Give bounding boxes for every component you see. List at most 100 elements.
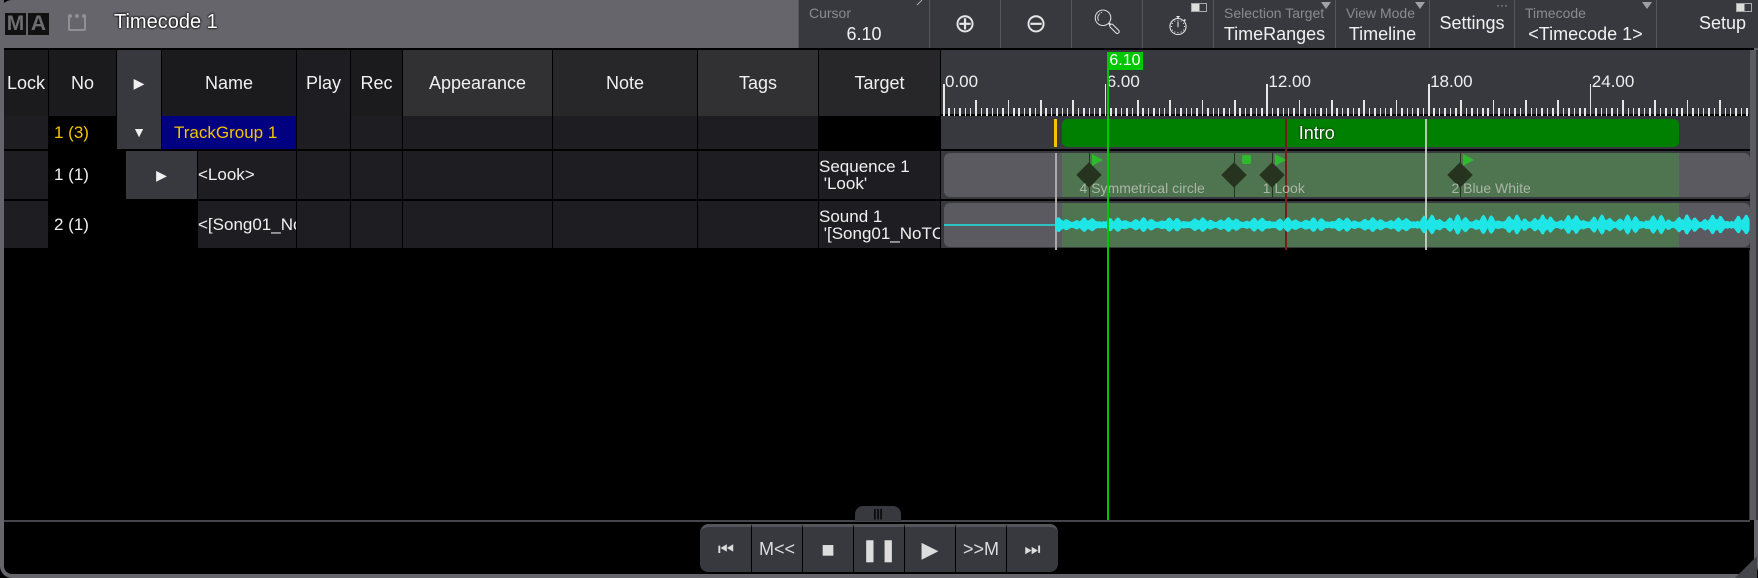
cue-label: 2 Blue White bbox=[1451, 180, 1531, 196]
ruler-tick bbox=[1013, 108, 1015, 116]
selection-target-dropdown[interactable]: Selection Target TimeRanges bbox=[1213, 0, 1335, 48]
ruler-tick bbox=[1271, 108, 1274, 116]
ruler-tick bbox=[1487, 108, 1489, 116]
column-header-play[interactable]: Play bbox=[297, 50, 351, 116]
column-header-name[interactable]: Name bbox=[162, 50, 297, 116]
cursor-field[interactable]: Cursor 6.10 bbox=[798, 0, 929, 48]
setup-button[interactable]: Setup bbox=[1656, 0, 1758, 48]
ruler-tick bbox=[1568, 108, 1570, 116]
row-1-rec[interactable] bbox=[351, 116, 403, 151]
row-1-lock[interactable] bbox=[4, 116, 49, 151]
zoom-fit-button[interactable]: 🔍︎ bbox=[1071, 0, 1142, 48]
ruler-tick bbox=[1050, 108, 1053, 116]
ruler-tick bbox=[1708, 108, 1710, 116]
row-3-appearance[interactable] bbox=[403, 201, 553, 250]
ruler-tick bbox=[1638, 108, 1640, 116]
ruler-tick bbox=[1174, 108, 1177, 116]
column-header-rec[interactable]: Rec bbox=[351, 50, 403, 116]
row-3-tags[interactable] bbox=[698, 201, 819, 250]
clapper-icon bbox=[68, 14, 86, 31]
range-intro[interactable] bbox=[1061, 119, 1679, 147]
ruler-tick bbox=[1406, 108, 1409, 116]
prev-marker-button[interactable]: M<< bbox=[752, 524, 803, 572]
go-to-start-button[interactable]: ⏮︎ bbox=[701, 524, 752, 572]
row-2-lock[interactable] bbox=[4, 151, 49, 201]
ma-logo-a: A bbox=[28, 13, 49, 35]
row-1-collapse-toggle[interactable]: ▼ bbox=[117, 116, 162, 151]
column-header-no[interactable]: No bbox=[49, 50, 117, 116]
next-marker-button[interactable]: >>M bbox=[956, 524, 1007, 572]
play-button[interactable]: ▶ bbox=[905, 524, 956, 572]
ruler-tick bbox=[1503, 108, 1506, 116]
row-2-tags[interactable] bbox=[698, 151, 819, 201]
row-1-tags[interactable] bbox=[698, 116, 819, 151]
ruler-tick bbox=[1072, 100, 1074, 116]
view-mode-dropdown[interactable]: View Mode Timeline bbox=[1335, 0, 1429, 48]
ruler-tick bbox=[1746, 108, 1748, 116]
row-2-note[interactable] bbox=[553, 151, 698, 201]
row-2-rec[interactable] bbox=[351, 151, 403, 201]
ruler-tick bbox=[1201, 100, 1204, 116]
ruler-tick bbox=[1018, 108, 1020, 116]
row-3-play[interactable] bbox=[297, 201, 351, 250]
ruler-label: 18.00 bbox=[1430, 72, 1473, 91]
row-2-target[interactable]: Sequence 1 'Look' bbox=[819, 151, 941, 201]
ruler-tick bbox=[1460, 100, 1462, 116]
target-line-1: Sound 1 bbox=[819, 207, 883, 226]
playhead-cursor[interactable] bbox=[1107, 52, 1110, 520]
scrollbar-thumb[interactable] bbox=[1750, 50, 1756, 520]
ruler-tick bbox=[1519, 108, 1522, 116]
stop-icon: ■ bbox=[821, 537, 835, 562]
row-2-play[interactable] bbox=[297, 151, 351, 201]
timecode-dropdown[interactable]: Timecode <Timecode 1> bbox=[1514, 0, 1656, 48]
zoom-out-button[interactable]: ⊖ bbox=[1000, 0, 1071, 48]
ruler-tick bbox=[1562, 108, 1565, 116]
view-mode-label: View Mode bbox=[1346, 5, 1416, 21]
magnifier-icon: 🔍︎ bbox=[1091, 9, 1123, 36]
edit-icon bbox=[916, 0, 923, 6]
resize-handle[interactable]: ||| bbox=[855, 506, 901, 521]
row-3-target[interactable]: Sound 1 '[Song01_NoTC bbox=[819, 201, 941, 250]
resize-corner-icon[interactable] bbox=[1735, 556, 1757, 578]
row-3-lock[interactable] bbox=[4, 201, 49, 250]
ruler-tick bbox=[1643, 108, 1646, 116]
settings-button[interactable]: Settings ··· bbox=[1429, 0, 1514, 48]
ruler-tick bbox=[1438, 108, 1441, 116]
zoom-in-button[interactable]: ⊕ bbox=[929, 0, 1000, 48]
stopwatch-button[interactable]: ⏱︎ bbox=[1142, 0, 1213, 48]
row-2-appearance[interactable] bbox=[403, 151, 553, 201]
pause-button[interactable]: ❚❚ bbox=[854, 524, 905, 572]
column-header-expand[interactable]: ▶ bbox=[117, 50, 162, 116]
window-title: Timecode 1 bbox=[114, 11, 218, 33]
ruler-tick bbox=[1287, 108, 1290, 116]
ruler-tick bbox=[1719, 100, 1721, 116]
row-1-play[interactable] bbox=[297, 116, 351, 151]
setup-label: Setup bbox=[1698, 13, 1747, 33]
ruler-tick bbox=[1713, 108, 1716, 116]
row-1-note[interactable] bbox=[553, 116, 698, 151]
column-header-lock[interactable]: Lock bbox=[4, 50, 49, 116]
range-start-marker[interactable] bbox=[1053, 119, 1057, 147]
cursor-time-label: 6.10 bbox=[1107, 52, 1143, 70]
row-1-name[interactable]: TrackGroup 1 bbox=[162, 116, 297, 151]
row-3-name[interactable]: <[Song01_NoTC bbox=[198, 201, 297, 250]
ruler-tick bbox=[1729, 108, 1732, 116]
row-3-note[interactable] bbox=[553, 201, 698, 250]
ruler-tick bbox=[1217, 108, 1220, 116]
row-3-rec[interactable] bbox=[351, 201, 403, 250]
ruler-tick bbox=[986, 108, 988, 116]
column-header-appearance[interactable]: Appearance bbox=[403, 50, 553, 116]
ruler-tick bbox=[1320, 108, 1322, 116]
ruler-tick bbox=[1261, 108, 1263, 116]
ruler-tick bbox=[1395, 100, 1398, 116]
row-2-expand-toggle[interactable]: ▶ bbox=[126, 151, 198, 201]
ruler-tick bbox=[1530, 108, 1532, 116]
go-to-end-button[interactable]: ⏭︎ bbox=[1007, 524, 1058, 572]
column-header-note[interactable]: Note bbox=[553, 50, 698, 116]
row-2-name[interactable]: <Look> bbox=[198, 151, 297, 201]
stop-button[interactable]: ■ bbox=[803, 524, 854, 572]
column-header-tags[interactable]: Tags bbox=[698, 50, 819, 116]
column-header-target[interactable]: Target bbox=[819, 50, 941, 116]
row-1-appearance[interactable] bbox=[403, 116, 553, 151]
ruler-tick bbox=[1476, 108, 1479, 116]
